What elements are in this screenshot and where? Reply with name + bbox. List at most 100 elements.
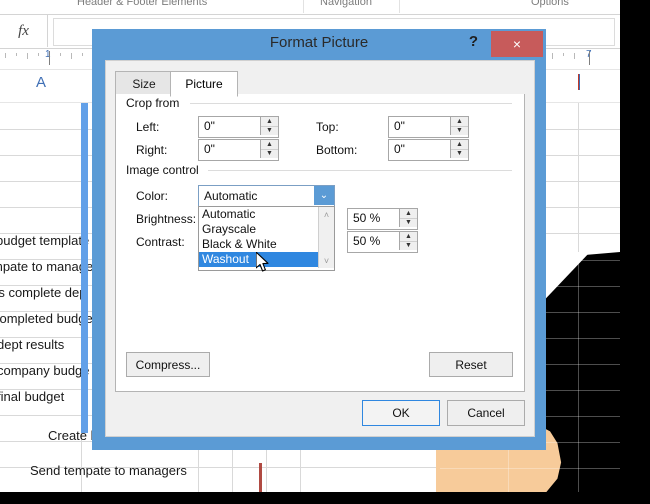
fx-icon: fx — [18, 22, 29, 39]
cancel-button[interactable]: Cancel — [447, 400, 525, 426]
ruler-tick — [16, 53, 17, 56]
dialog-body: Size Picture Crop from Left: 0" ▲ ▼ Top:… — [105, 60, 535, 437]
tab-picture-label: Picture — [185, 77, 223, 91]
dropdown-option-automatic[interactable]: Automatic — [199, 207, 320, 222]
crop-left-label: Left: — [136, 120, 160, 134]
ruler-tick — [5, 53, 6, 58]
ribbon-divider — [303, 0, 304, 13]
close-icon[interactable]: × — [491, 31, 543, 57]
stepper-down-icon[interactable]: ▼ — [400, 218, 417, 227]
stepper-down-icon[interactable]: ▼ — [261, 149, 278, 158]
cell-text: final budget — [0, 389, 65, 404]
picture-tab-page: Crop from Left: 0" ▲ ▼ Top: 0" ▲ ▼ Right… — [115, 94, 525, 392]
stepper-down-icon[interactable]: ▼ — [451, 149, 468, 158]
format-picture-dialog[interactable]: Format Picture ? × Size Picture Crop fro… — [92, 29, 546, 450]
ruler-tick — [38, 53, 39, 56]
dropdown-option-washout[interactable]: Washout — [199, 252, 320, 267]
stepper-down-icon[interactable]: ▼ — [451, 126, 468, 135]
chevron-down-icon[interactable]: ⌄ — [314, 186, 334, 205]
cell-text: dept results — [0, 337, 65, 352]
ruler-tick — [563, 53, 564, 56]
crop-group-rule — [190, 103, 512, 104]
brightness-label: Brightness: — [136, 212, 197, 226]
compress-button-label: Compress... — [135, 357, 201, 372]
column-marker — [259, 463, 262, 492]
cell-text: company budge — [0, 363, 90, 378]
cancel-button-label: Cancel — [467, 406, 505, 420]
image-control-group-legend: Image control — [126, 163, 204, 177]
reset-button-label: Reset — [455, 357, 487, 372]
compress-button[interactable]: Compress... — [126, 352, 210, 377]
ok-button[interactable]: OK — [362, 400, 440, 426]
tab-picture[interactable]: Picture — [170, 71, 238, 97]
dialog-title-bar[interactable]: Format Picture ? × — [92, 29, 546, 60]
cell-text: mpate to manage — [0, 259, 94, 274]
crop-right-stepper[interactable]: 0" ▲ ▼ — [198, 139, 279, 161]
inserted-picture-hand-lower — [436, 462, 526, 492]
cell-text: Create b — [48, 428, 98, 443]
stepper-buttons[interactable]: ▲ ▼ — [399, 232, 417, 250]
help-icon[interactable]: ? — [469, 33, 478, 50]
grid-row-line — [440, 468, 620, 469]
stepper-buttons[interactable]: ▲ ▼ — [450, 140, 468, 158]
reset-button[interactable]: Reset — [429, 352, 513, 377]
contrast-label: Contrast: — [136, 235, 185, 249]
insert-function-button[interactable]: fx — [0, 15, 48, 47]
ribbon-group-label-options: Options — [531, 0, 569, 8]
cell-text: completed budge — [0, 311, 93, 326]
scroll-up-icon[interactable]: ˄ — [319, 207, 334, 222]
stepper-down-icon[interactable]: ▼ — [400, 241, 417, 250]
ruler-tick — [27, 53, 28, 59]
stepper-buttons[interactable]: ▲ ▼ — [260, 117, 278, 135]
contrast-value: 50 % — [353, 234, 381, 248]
crop-left-stepper[interactable]: 0" ▲ ▼ — [198, 116, 279, 138]
color-dropdown-list[interactable]: Automatic Grayscale Black & White Washou… — [198, 206, 335, 271]
tab-strip: Size Picture — [115, 71, 525, 97]
stepper-buttons[interactable]: ▲ ▼ — [260, 140, 278, 158]
tab-size-label: Size — [132, 76, 156, 91]
scroll-down-icon[interactable]: ˅ — [319, 253, 334, 268]
ribbon-group-label-header-footer-elements: Header & Footer Elements — [77, 0, 208, 8]
color-combobox[interactable]: Automatic ⌄ — [198, 185, 335, 208]
crop-top-stepper[interactable]: 0" ▲ ▼ — [388, 116, 469, 138]
selection-strip — [81, 103, 88, 433]
header-letter-a: A — [36, 74, 47, 91]
crop-right-label: Right: — [136, 143, 168, 157]
cell-text: Send tempate to managers — [30, 463, 187, 478]
dropdown-option-grayscale[interactable]: Grayscale — [199, 222, 320, 237]
ribbon-divider — [399, 0, 400, 13]
crop-bottom-stepper[interactable]: 0" ▲ ▼ — [388, 139, 469, 161]
ruler-caret-left — [49, 51, 50, 65]
ruler-tick — [60, 53, 61, 56]
cell-text: rs complete dep — [0, 285, 87, 300]
crop-bottom-value: 0" — [394, 142, 405, 156]
crop-top-label: Top: — [316, 120, 339, 134]
contrast-stepper[interactable]: 50 % ▲ ▼ — [347, 231, 418, 253]
color-label: Color: — [136, 189, 169, 203]
ruler-caret-right — [589, 51, 590, 65]
ruler-tick — [82, 53, 83, 56]
ribbon-group-labels-strip: Header & Footer Elements Navigation Opti… — [0, 0, 620, 15]
ribbon-group-label-navigation: Navigation — [320, 0, 372, 8]
brightness-stepper[interactable]: 50 % ▲ ▼ — [347, 208, 418, 230]
header-text-caret — [578, 74, 580, 90]
ruler-tick — [71, 53, 72, 59]
stepper-buttons[interactable]: ▲ ▼ — [450, 117, 468, 135]
dropdown-option-black-and-white[interactable]: Black & White — [199, 237, 320, 252]
grid-col-line — [578, 252, 579, 492]
image-control-group-rule — [208, 170, 512, 171]
cell-text: budget template — [0, 233, 90, 248]
crop-right-value: 0" — [204, 142, 215, 156]
dropdown-scrollbar[interactable]: ˄ ˅ — [318, 207, 334, 268]
color-combobox-value: Automatic — [204, 189, 258, 203]
ruler-tick — [574, 53, 575, 59]
crop-left-value: 0" — [204, 119, 215, 133]
ruler-tick — [552, 53, 553, 59]
tab-size[interactable]: Size — [115, 71, 173, 96]
ok-button-label: OK — [392, 406, 410, 420]
crop-top-value: 0" — [394, 119, 405, 133]
stepper-buttons[interactable]: ▲ ▼ — [399, 209, 417, 227]
crop-bottom-label: Bottom: — [316, 143, 358, 157]
crop-group-legend: Crop from — [126, 96, 185, 110]
stepper-down-icon[interactable]: ▼ — [261, 126, 278, 135]
